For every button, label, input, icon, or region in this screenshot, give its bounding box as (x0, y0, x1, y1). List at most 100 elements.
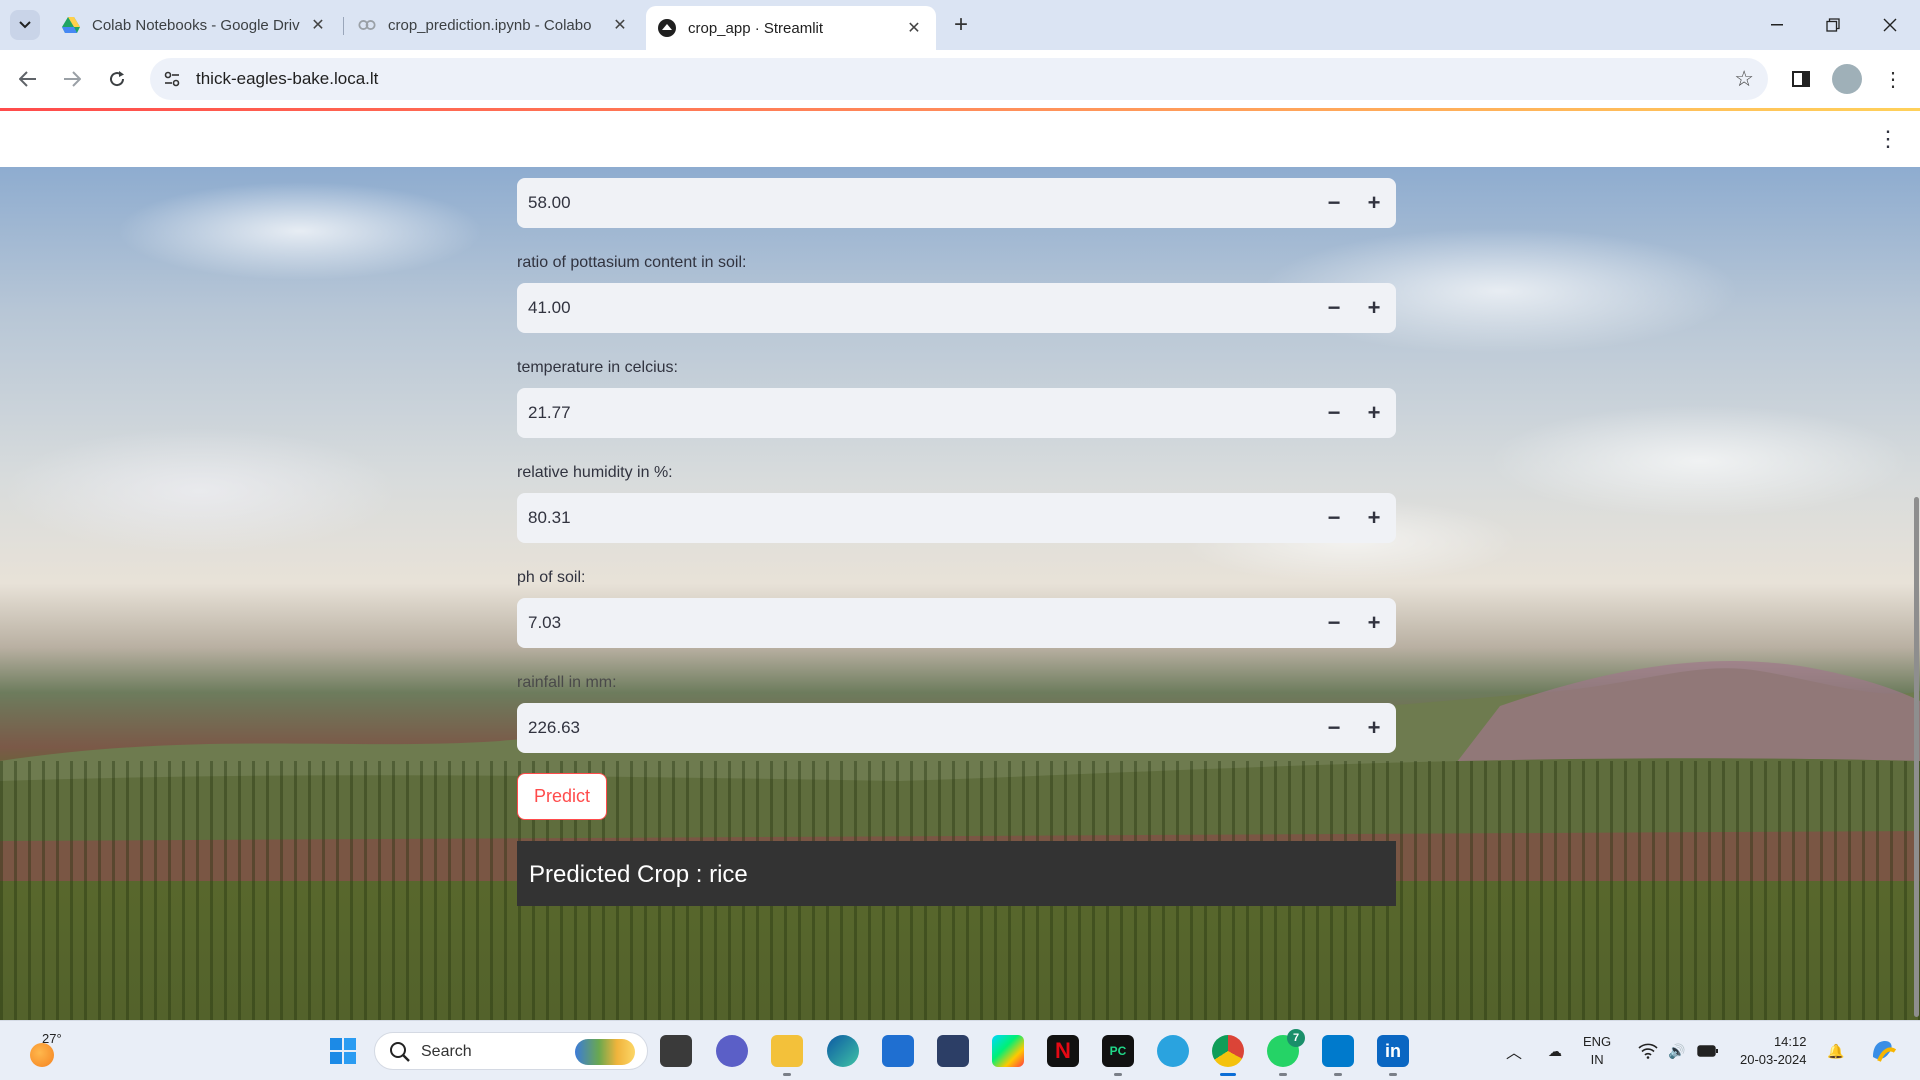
page-scrollbar[interactable] (1912, 167, 1920, 1020)
search-highlight-icon (575, 1039, 635, 1065)
tab-streamlit[interactable]: crop_app · Streamlit ✕ (646, 6, 936, 50)
tab-title: crop_prediction.ipynb - Colabo (388, 16, 592, 34)
tab-search-button[interactable] (10, 10, 40, 40)
back-button[interactable] (12, 63, 44, 95)
mysql-workbench-icon[interactable] (937, 1035, 969, 1067)
region-code: IN (1590, 1052, 1604, 1067)
notification-bell-icon[interactable]: 🔔 (1823, 1021, 1849, 1080)
decrement-button[interactable]: − (1314, 498, 1354, 538)
minimize-button[interactable] (1754, 10, 1800, 40)
humidity-label: relative humidity in %: (517, 464, 673, 481)
input-language[interactable]: ENG IN (1583, 1033, 1611, 1069)
rainfall-input[interactable]: 226.63 − + (517, 703, 1396, 753)
temperature-input[interactable]: 21.77 − + (517, 388, 1396, 438)
increment-button[interactable]: + (1354, 183, 1394, 223)
ph-label: ph of soil: (517, 569, 586, 586)
onedrive-cloud-icon[interactable]: ☁ (1540, 1021, 1570, 1080)
potassium-label: ratio of pottasium content in soil: (517, 254, 747, 271)
browser-toolbar: thick-eagles-bake.loca.lt ☆ ⋮ (0, 50, 1920, 108)
windows-start-icon[interactable] (327, 1035, 359, 1067)
decrement-button[interactable]: − (1314, 183, 1354, 223)
restore-button[interactable] (1810, 10, 1856, 40)
weather-sun-icon (30, 1043, 54, 1067)
system-clock[interactable]: 14:12 20-03-2024 (1740, 1033, 1807, 1069)
weather-temperature: 27° (42, 1031, 62, 1046)
number-input-value[interactable]: 41.00 (528, 298, 571, 318)
google-play-icon[interactable] (992, 1035, 1024, 1067)
netflix-icon[interactable]: N (1047, 1035, 1079, 1067)
running-indicator (783, 1073, 791, 1076)
number-input-value[interactable]: 7.03 (528, 613, 561, 633)
decrement-button[interactable]: − (1314, 603, 1354, 643)
potassium-input[interactable]: 41.00 − + (517, 283, 1396, 333)
vscode-icon[interactable] (1322, 1035, 1354, 1067)
arrow-right-icon (64, 71, 81, 87)
battery-icon[interactable] (1694, 1021, 1722, 1080)
close-icon[interactable]: ✕ (610, 15, 630, 35)
increment-button[interactable]: + (1354, 603, 1394, 643)
forward-button[interactable] (56, 63, 88, 95)
address-bar[interactable]: thick-eagles-bake.loca.lt ☆ (150, 58, 1768, 100)
main-menu-icon[interactable]: ⋮ (1874, 125, 1902, 153)
task-view-icon[interactable] (660, 1035, 692, 1067)
decrement-button[interactable]: − (1314, 288, 1354, 328)
decrement-button[interactable]: − (1314, 393, 1354, 433)
arrow-left-icon (19, 71, 36, 87)
running-indicator (1279, 1073, 1287, 1076)
new-tab-button[interactable]: + (948, 11, 974, 38)
weather-widget[interactable]: 27° (28, 1031, 68, 1071)
edge-browser-icon[interactable] (827, 1035, 859, 1067)
browser-menu-icon[interactable]: ⋮ (1878, 64, 1908, 94)
close-icon (1883, 18, 1897, 32)
number-input-value[interactable]: 21.77 (528, 403, 571, 423)
site-settings-icon[interactable] (162, 69, 182, 89)
chrome-icon[interactable] (1212, 1035, 1244, 1067)
side-panel-icon (1792, 71, 1810, 87)
teams-chat-icon[interactable] (716, 1035, 748, 1067)
number-input-value[interactable]: 58.00 (528, 193, 571, 213)
humidity-input[interactable]: 80.31 − + (517, 493, 1396, 543)
volume-icon[interactable]: 🔊 (1664, 1021, 1690, 1080)
close-icon[interactable]: ✕ (308, 15, 328, 35)
running-indicator (1114, 1073, 1122, 1076)
increment-button[interactable]: + (1354, 498, 1394, 538)
predict-button[interactable]: Predict (517, 773, 607, 820)
scrollbar-thumb[interactable] (1914, 497, 1919, 1017)
running-indicator (1389, 1073, 1397, 1076)
bookmark-star-icon[interactable]: ☆ (1734, 66, 1754, 92)
linkedin-icon[interactable]: in (1377, 1035, 1409, 1067)
wifi-icon[interactable] (1635, 1021, 1661, 1080)
telegram-icon[interactable] (1157, 1035, 1189, 1067)
notification-badge: 7 (1287, 1029, 1305, 1047)
increment-button[interactable]: + (1354, 393, 1394, 433)
file-explorer-icon[interactable] (771, 1035, 803, 1067)
close-window-button[interactable] (1867, 10, 1913, 40)
ph-input[interactable]: 7.03 − + (517, 598, 1396, 648)
copilot-icon[interactable] (1866, 1021, 1900, 1080)
show-hidden-icons-chevron-icon[interactable]: ︿ (1500, 1021, 1528, 1080)
running-indicator (1334, 1073, 1342, 1076)
side-panel-button[interactable] (1786, 64, 1816, 94)
number-input-value[interactable]: 226.63 (528, 718, 580, 738)
number-input-value[interactable]: 80.31 (528, 508, 571, 528)
tab-google-drive[interactable]: Colab Notebooks - Google Driv ✕ (50, 6, 340, 44)
decrement-button[interactable]: − (1314, 708, 1354, 748)
active-app-indicator (1220, 1073, 1236, 1076)
microsoft-store-icon[interactable] (882, 1035, 914, 1067)
reload-button[interactable] (101, 63, 133, 95)
whatsapp-icon[interactable]: 7 (1267, 1029, 1305, 1067)
close-icon[interactable]: ✕ (904, 18, 924, 38)
pycharm-icon[interactable]: PC (1102, 1035, 1134, 1067)
increment-button[interactable]: + (1354, 708, 1394, 748)
prediction-result: Predicted Crop : rice (517, 841, 1396, 906)
google-drive-icon (62, 16, 80, 34)
search-placeholder: Search (421, 1043, 472, 1060)
profile-avatar[interactable] (1832, 64, 1862, 94)
windows-taskbar: 27° Search N PC 7 in ︿ ☁ ENG IN 🔊 14:12 … (0, 1020, 1920, 1080)
url-text[interactable]: thick-eagles-bake.loca.lt (196, 69, 378, 89)
tab-colab[interactable]: crop_prediction.ipynb - Colabo ✕ (346, 6, 642, 44)
increment-button[interactable]: + (1354, 288, 1394, 328)
taskbar-search[interactable]: Search (374, 1032, 648, 1070)
number-input-field-1[interactable]: 58.00 − + (517, 178, 1396, 228)
restore-icon (1826, 18, 1840, 32)
